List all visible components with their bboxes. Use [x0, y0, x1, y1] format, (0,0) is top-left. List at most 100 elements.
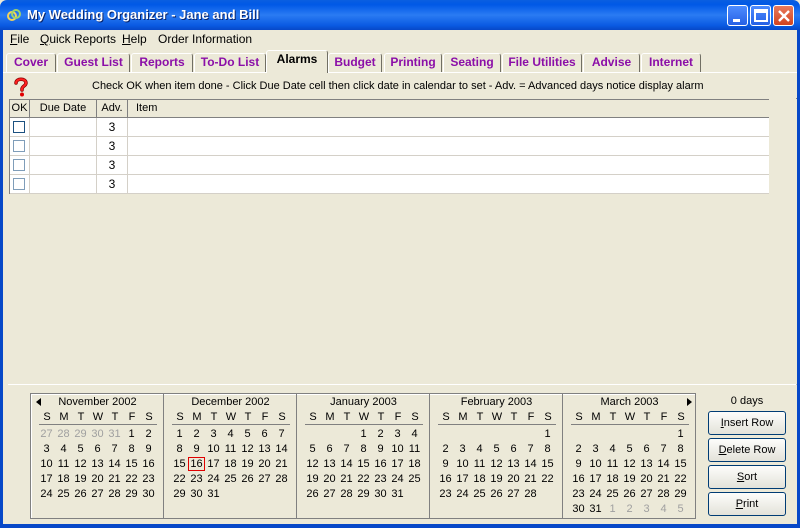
calendar-day[interactable]: 27: [638, 487, 655, 501]
ok-cell[interactable]: [10, 175, 30, 193]
menu-help[interactable]: Help: [122, 32, 147, 46]
calendar-day[interactable]: 17: [38, 472, 55, 486]
due-date-cell[interactable]: [30, 137, 97, 155]
calendar-day[interactable]: 7: [338, 442, 355, 456]
calendar-day[interactable]: 24: [205, 472, 222, 486]
calendar-day[interactable]: 14: [106, 457, 123, 471]
delete-row-button[interactable]: Delete Row: [708, 438, 786, 462]
calendar-day[interactable]: 5: [672, 502, 689, 516]
calendar-day[interactable]: 24: [587, 487, 604, 501]
calendar-day[interactable]: 18: [604, 472, 621, 486]
calendar-day[interactable]: 22: [355, 472, 372, 486]
calendar-day[interactable]: 20: [321, 472, 338, 486]
minimize-button[interactable]: [727, 5, 748, 26]
calendar-day[interactable]: 25: [406, 472, 423, 486]
calendar-day[interactable]: 1: [171, 427, 188, 441]
calendar-day[interactable]: 8: [539, 442, 556, 456]
calendar-day[interactable]: 30: [570, 502, 587, 516]
calendar-day[interactable]: 9: [437, 457, 454, 471]
calendar-day[interactable]: 26: [72, 487, 89, 501]
calendar-day[interactable]: 12: [488, 457, 505, 471]
calendar-day[interactable]: 26: [621, 487, 638, 501]
calendar-day[interactable]: 30: [372, 487, 389, 501]
calendar-day[interactable]: 12: [72, 457, 89, 471]
calendar-day[interactable]: 14: [338, 457, 355, 471]
calendar-day[interactable]: 23: [140, 472, 157, 486]
calendar-day[interactable]: 30: [188, 487, 205, 501]
calendar-day[interactable]: 5: [304, 442, 321, 456]
item-cell[interactable]: [128, 137, 769, 155]
calendar-day[interactable]: 19: [304, 472, 321, 486]
calendar-day[interactable]: 17: [389, 457, 406, 471]
calendar-day[interactable]: 7: [655, 442, 672, 456]
calendar-day[interactable]: 5: [239, 427, 256, 441]
tab-to-do-list[interactable]: To-Do List: [194, 53, 266, 72]
calendar-day[interactable]: 27: [321, 487, 338, 501]
calendar-day[interactable]: 16: [372, 457, 389, 471]
calendar-day[interactable]: 29: [123, 487, 140, 501]
calendar-day[interactable]: 20: [89, 472, 106, 486]
column-header-item[interactable]: Item: [128, 100, 769, 118]
due-date-cell[interactable]: [30, 156, 97, 174]
calendar-day[interactable]: 5: [488, 442, 505, 456]
calendar-day[interactable]: 10: [38, 457, 55, 471]
question-mark-icon[interactable]: [12, 77, 30, 97]
calendar-day[interactable]: 16: [437, 472, 454, 486]
menu-quick-reports[interactable]: Quick Reports: [40, 32, 116, 46]
calendar-day[interactable]: 18: [55, 472, 72, 486]
calendar-day[interactable]: 30: [140, 487, 157, 501]
column-header-ok[interactable]: OK: [10, 100, 30, 118]
insert-row-button[interactable]: Insert Row: [708, 411, 786, 435]
calendar-day[interactable]: 15: [672, 457, 689, 471]
tab-seating[interactable]: Seating: [443, 53, 501, 72]
calendar-day[interactable]: 6: [505, 442, 522, 456]
calendar-day[interactable]: 10: [205, 442, 222, 456]
calendar-day[interactable]: 24: [454, 487, 471, 501]
column-header-due-date[interactable]: Due Date: [30, 100, 97, 118]
calendar-day[interactable]: 22: [539, 472, 556, 486]
calendar-day[interactable]: 10: [389, 442, 406, 456]
calendar-day[interactable]: 5: [621, 442, 638, 456]
calendar-day[interactable]: 7: [273, 427, 290, 441]
calendar-day[interactable]: 2: [437, 442, 454, 456]
calendar-day[interactable]: 6: [321, 442, 338, 456]
calendar-day[interactable]: 10: [587, 457, 604, 471]
calendar-day[interactable]: 20: [505, 472, 522, 486]
calendar-day[interactable]: 17: [454, 472, 471, 486]
ok-cell[interactable]: [10, 137, 30, 155]
ok-cell[interactable]: [10, 118, 30, 136]
calendar-day[interactable]: 21: [655, 472, 672, 486]
table-row[interactable]: 3: [10, 156, 769, 175]
calendar-day[interactable]: 2: [570, 442, 587, 456]
calendar-day[interactable]: 13: [638, 457, 655, 471]
item-cell[interactable]: [128, 118, 769, 136]
calendar-day[interactable]: 13: [256, 442, 273, 456]
adv-cell[interactable]: 3: [97, 118, 128, 136]
calendar-day[interactable]: 7: [106, 442, 123, 456]
calendar-day[interactable]: 2: [621, 502, 638, 516]
item-cell[interactable]: [128, 156, 769, 174]
calendar-day[interactable]: 31: [106, 427, 123, 441]
calendar-day[interactable]: 2: [140, 427, 157, 441]
calendar-day[interactable]: 25: [222, 472, 239, 486]
adv-cell[interactable]: 3: [97, 175, 128, 193]
calendar-day[interactable]: 14: [273, 442, 290, 456]
calendar-day[interactable]: 24: [38, 487, 55, 501]
calendar-day[interactable]: 9: [570, 457, 587, 471]
calendar-day[interactable]: 27: [89, 487, 106, 501]
sort-button[interactable]: Sort: [708, 465, 786, 489]
due-date-cell[interactable]: [30, 175, 97, 193]
calendar-day[interactable]: 8: [355, 442, 372, 456]
calendar-day[interactable]: 21: [106, 472, 123, 486]
calendar-day[interactable]: 1: [672, 427, 689, 441]
calendar-day[interactable]: 27: [256, 472, 273, 486]
calendar-day[interactable]: 22: [123, 472, 140, 486]
calendar-day[interactable]: 6: [256, 427, 273, 441]
close-button[interactable]: [773, 5, 794, 26]
maximize-button[interactable]: [750, 5, 771, 26]
calendar-day[interactable]: 19: [488, 472, 505, 486]
calendar-day[interactable]: 13: [505, 457, 522, 471]
calendar-day[interactable]: 23: [437, 487, 454, 501]
menu-file[interactable]: File: [10, 32, 29, 46]
calendar-day[interactable]: 21: [522, 472, 539, 486]
